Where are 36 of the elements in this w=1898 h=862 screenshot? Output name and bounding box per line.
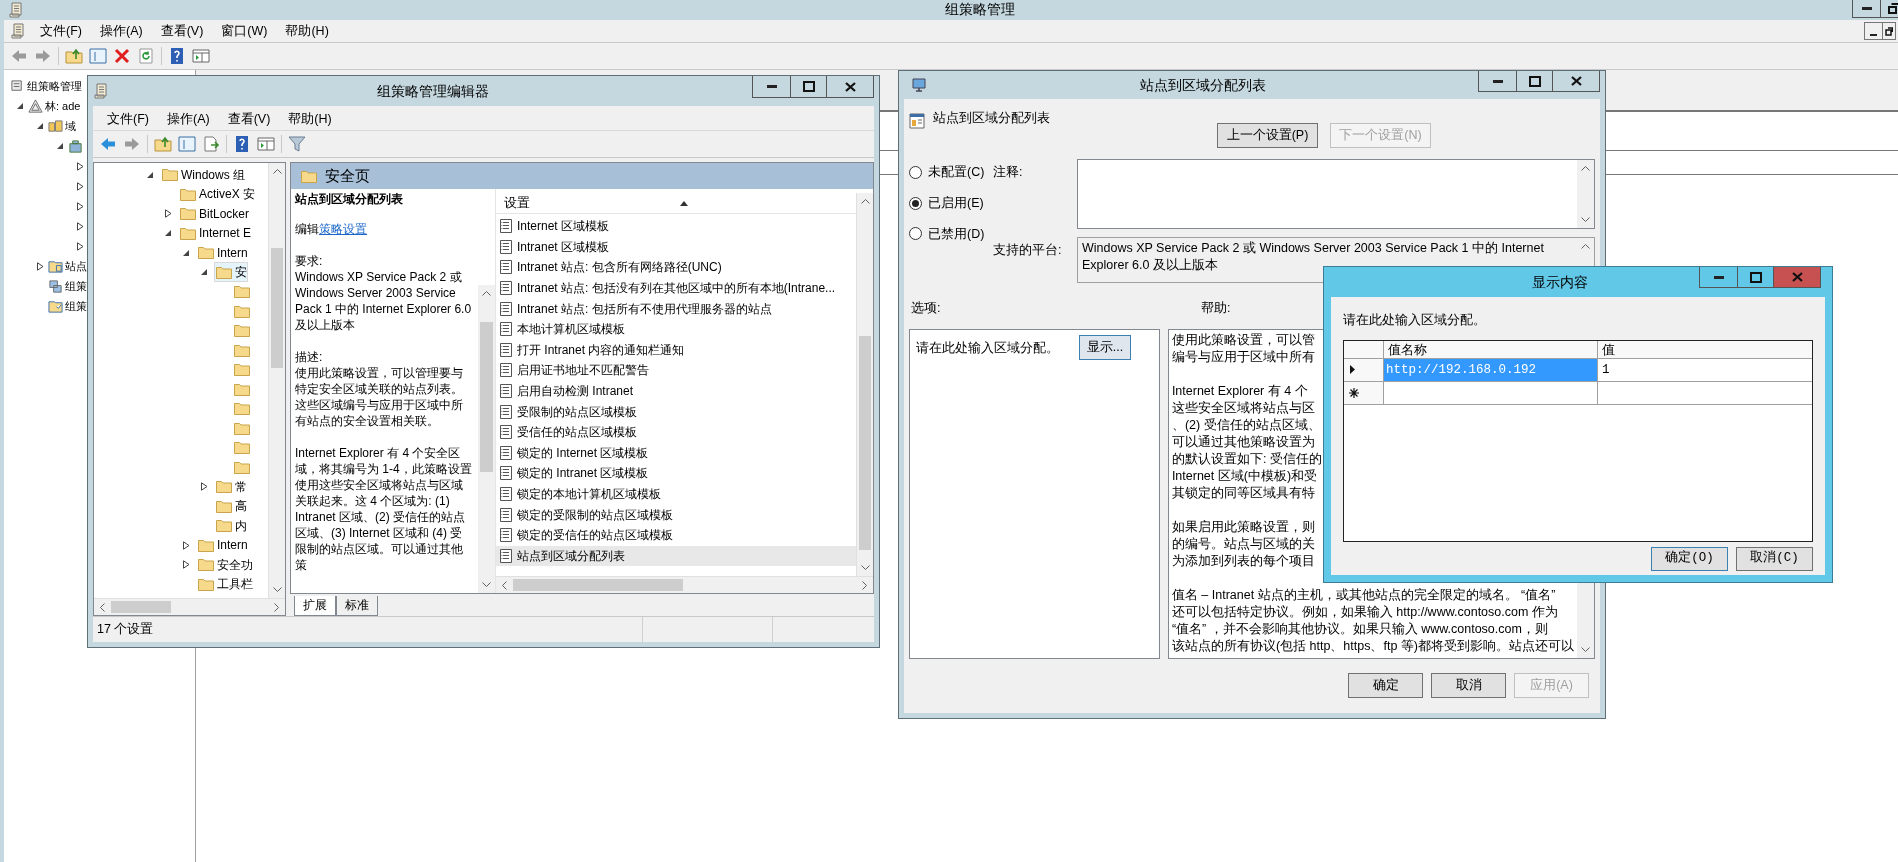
setting-heading: 站点到区域分配列表 (933, 110, 1051, 127)
comment-label: 注释: (992, 164, 1024, 181)
options-text: 请在此处输入区域分配。 (916, 340, 1059, 357)
help-label: 帮助: (1201, 300, 1231, 317)
help-text-line: 、(2) 受信任的站点区域、 (1171, 417, 1321, 434)
help-text-line: 的编号。站点与区域的关 (1171, 536, 1315, 553)
section-title: 安全页 (325, 165, 370, 186)
help-text-line: 使用此策略设置，可以管 (1171, 332, 1315, 349)
description-text: 编辑 (295, 222, 319, 236)
description-text: Windows XP Service Pack 2 或 Windows Server 2003 Service Pack 1 中的 Internet Explorer 6.0 及以上版本 (295, 269, 473, 333)
window-title: 组策略管理编辑器 (375, 82, 490, 101)
options-label: 选项: (910, 300, 942, 317)
prompt-text: 请在此处输入区域分配。 (1343, 312, 1487, 329)
help-text-line: “值名” ，并不会影响其他协议。如果只输入 www.contoso.com，则 (1171, 621, 1548, 638)
help-text-line: 其锁定的同等区域具有特 (1171, 485, 1315, 502)
description-text: Internet Explorer 有 4 个安全区域，将其编号为 1-4，此策略设置使用这些安全区域将站点与区域关联起来。这 4 个区域为: (1) Intranet 区域、(2) 受信任的站点区域、(3) Internet 区域和 (4) 受限制的站点区域。可以通过其他策 (295, 445, 473, 573)
help-text-line: Internet 区域(中模板)和受 (1171, 468, 1318, 485)
description-label: 要求: (295, 253, 324, 269)
help-text-line: 可以通过其他策略设置为 (1171, 434, 1315, 451)
help-text-line: 该站点的所有协议(包括 http、https、ftp 等)都将受到影响。站点还可以 (1171, 638, 1574, 655)
description-label: 描述: (295, 349, 324, 365)
help-text-line: 编号与应用于区域中所有 (1171, 349, 1315, 366)
description-text: 使用此策略设置，可以管理要与特定安全区域关联的站点列表。这些区域编号与应用于区域中所有站点的安全设置相关联。 (295, 365, 464, 429)
window-title: 组策略管理 (944, 0, 1016, 18)
help-text-line: 这些安全区域将站点与区 (1171, 400, 1315, 417)
help-text-line: Internet Explorer 有 4 个 (1171, 383, 1308, 400)
description-title: 站点到区域分配列表 (295, 191, 404, 207)
help-text-line: 的默认设置如下: 受信任的 (1171, 451, 1322, 468)
help-text-line: 为添加到列表的每个项目 (1171, 553, 1315, 570)
status-text: 17 个设置 (93, 617, 643, 642)
window-title: 站点到区域分配列表 (1139, 76, 1267, 95)
help-text-line: 如果启用此策略设置，则 (1171, 519, 1315, 536)
help-text-line: 还可以包括特定协议。例如，如果输入 http://www.contoso.com 作为 (1171, 604, 1558, 621)
platform-label: 支持的平台: (992, 242, 1063, 259)
window-title: 显示内容 (1531, 273, 1589, 292)
help-text-line: 值名 – Intranet 站点的主机，或其他站点的完全限定的域名。 “值名” (1171, 587, 1556, 604)
